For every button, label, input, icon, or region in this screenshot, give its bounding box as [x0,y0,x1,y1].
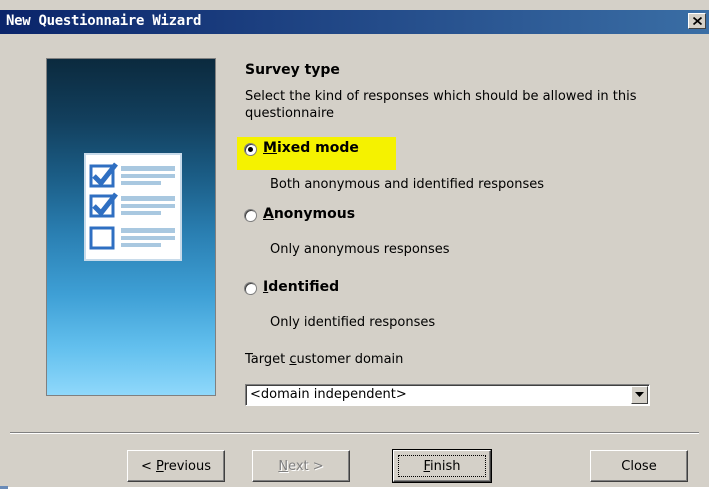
radio-label-anonymous: Anonymous [263,206,356,222]
radio-anonymous[interactable]: Anonymous [244,206,394,228]
window-title: New Questionnaire Wizard [6,13,202,29]
target-domain-select[interactable]: <domain independent> [245,384,650,406]
checklist-document-icon [84,153,182,261]
previous-button-label: < Previous [141,458,211,474]
wizard-window: New Questionnaire Wizard Survey type Sel… [0,0,709,487]
next-button[interactable]: Next > [252,450,350,482]
title-bar[interactable]: New Questionnaire Wizard [0,10,709,34]
radio-mixed-mode[interactable]: Mixed mode [244,140,394,162]
chevron-down-icon [635,392,644,397]
wizard-side-panel [46,58,216,396]
anonymous-description: Only anonymous responses [270,242,450,257]
radio-button-checked[interactable] [244,143,257,156]
next-button-label: Next > [278,458,324,474]
close-icon [692,17,702,25]
radio-label-identified: Identified [263,279,340,295]
target-domain-label: Target customer domain [245,352,404,367]
taskbar-edge [0,486,8,489]
target-domain-value: <domain independent> [250,387,407,402]
button-separator [10,432,699,434]
close-window-button[interactable] [688,13,706,29]
radio-identified[interactable]: Identified [244,279,394,301]
close-button-label: Close [621,458,657,474]
survey-type-description: Select the kind of responses which shoul… [245,89,637,121]
focus-ring [398,455,486,477]
radio-label-mixed-mode: Mixed mode [263,140,359,156]
dropdown-button[interactable] [631,386,648,404]
radio-button[interactable] [244,282,257,295]
identified-description: Only identified responses [270,315,436,330]
radio-button[interactable] [244,209,257,222]
survey-type-heading: Survey type [245,62,340,78]
previous-button[interactable]: < Previous [127,450,225,482]
target-domain-label-rest: ustomer domain [296,352,404,367]
mixed-mode-description: Both anonymous and identified responses [270,177,544,192]
finish-button[interactable]: Finish [392,449,492,483]
close-button[interactable]: Close [590,450,688,482]
